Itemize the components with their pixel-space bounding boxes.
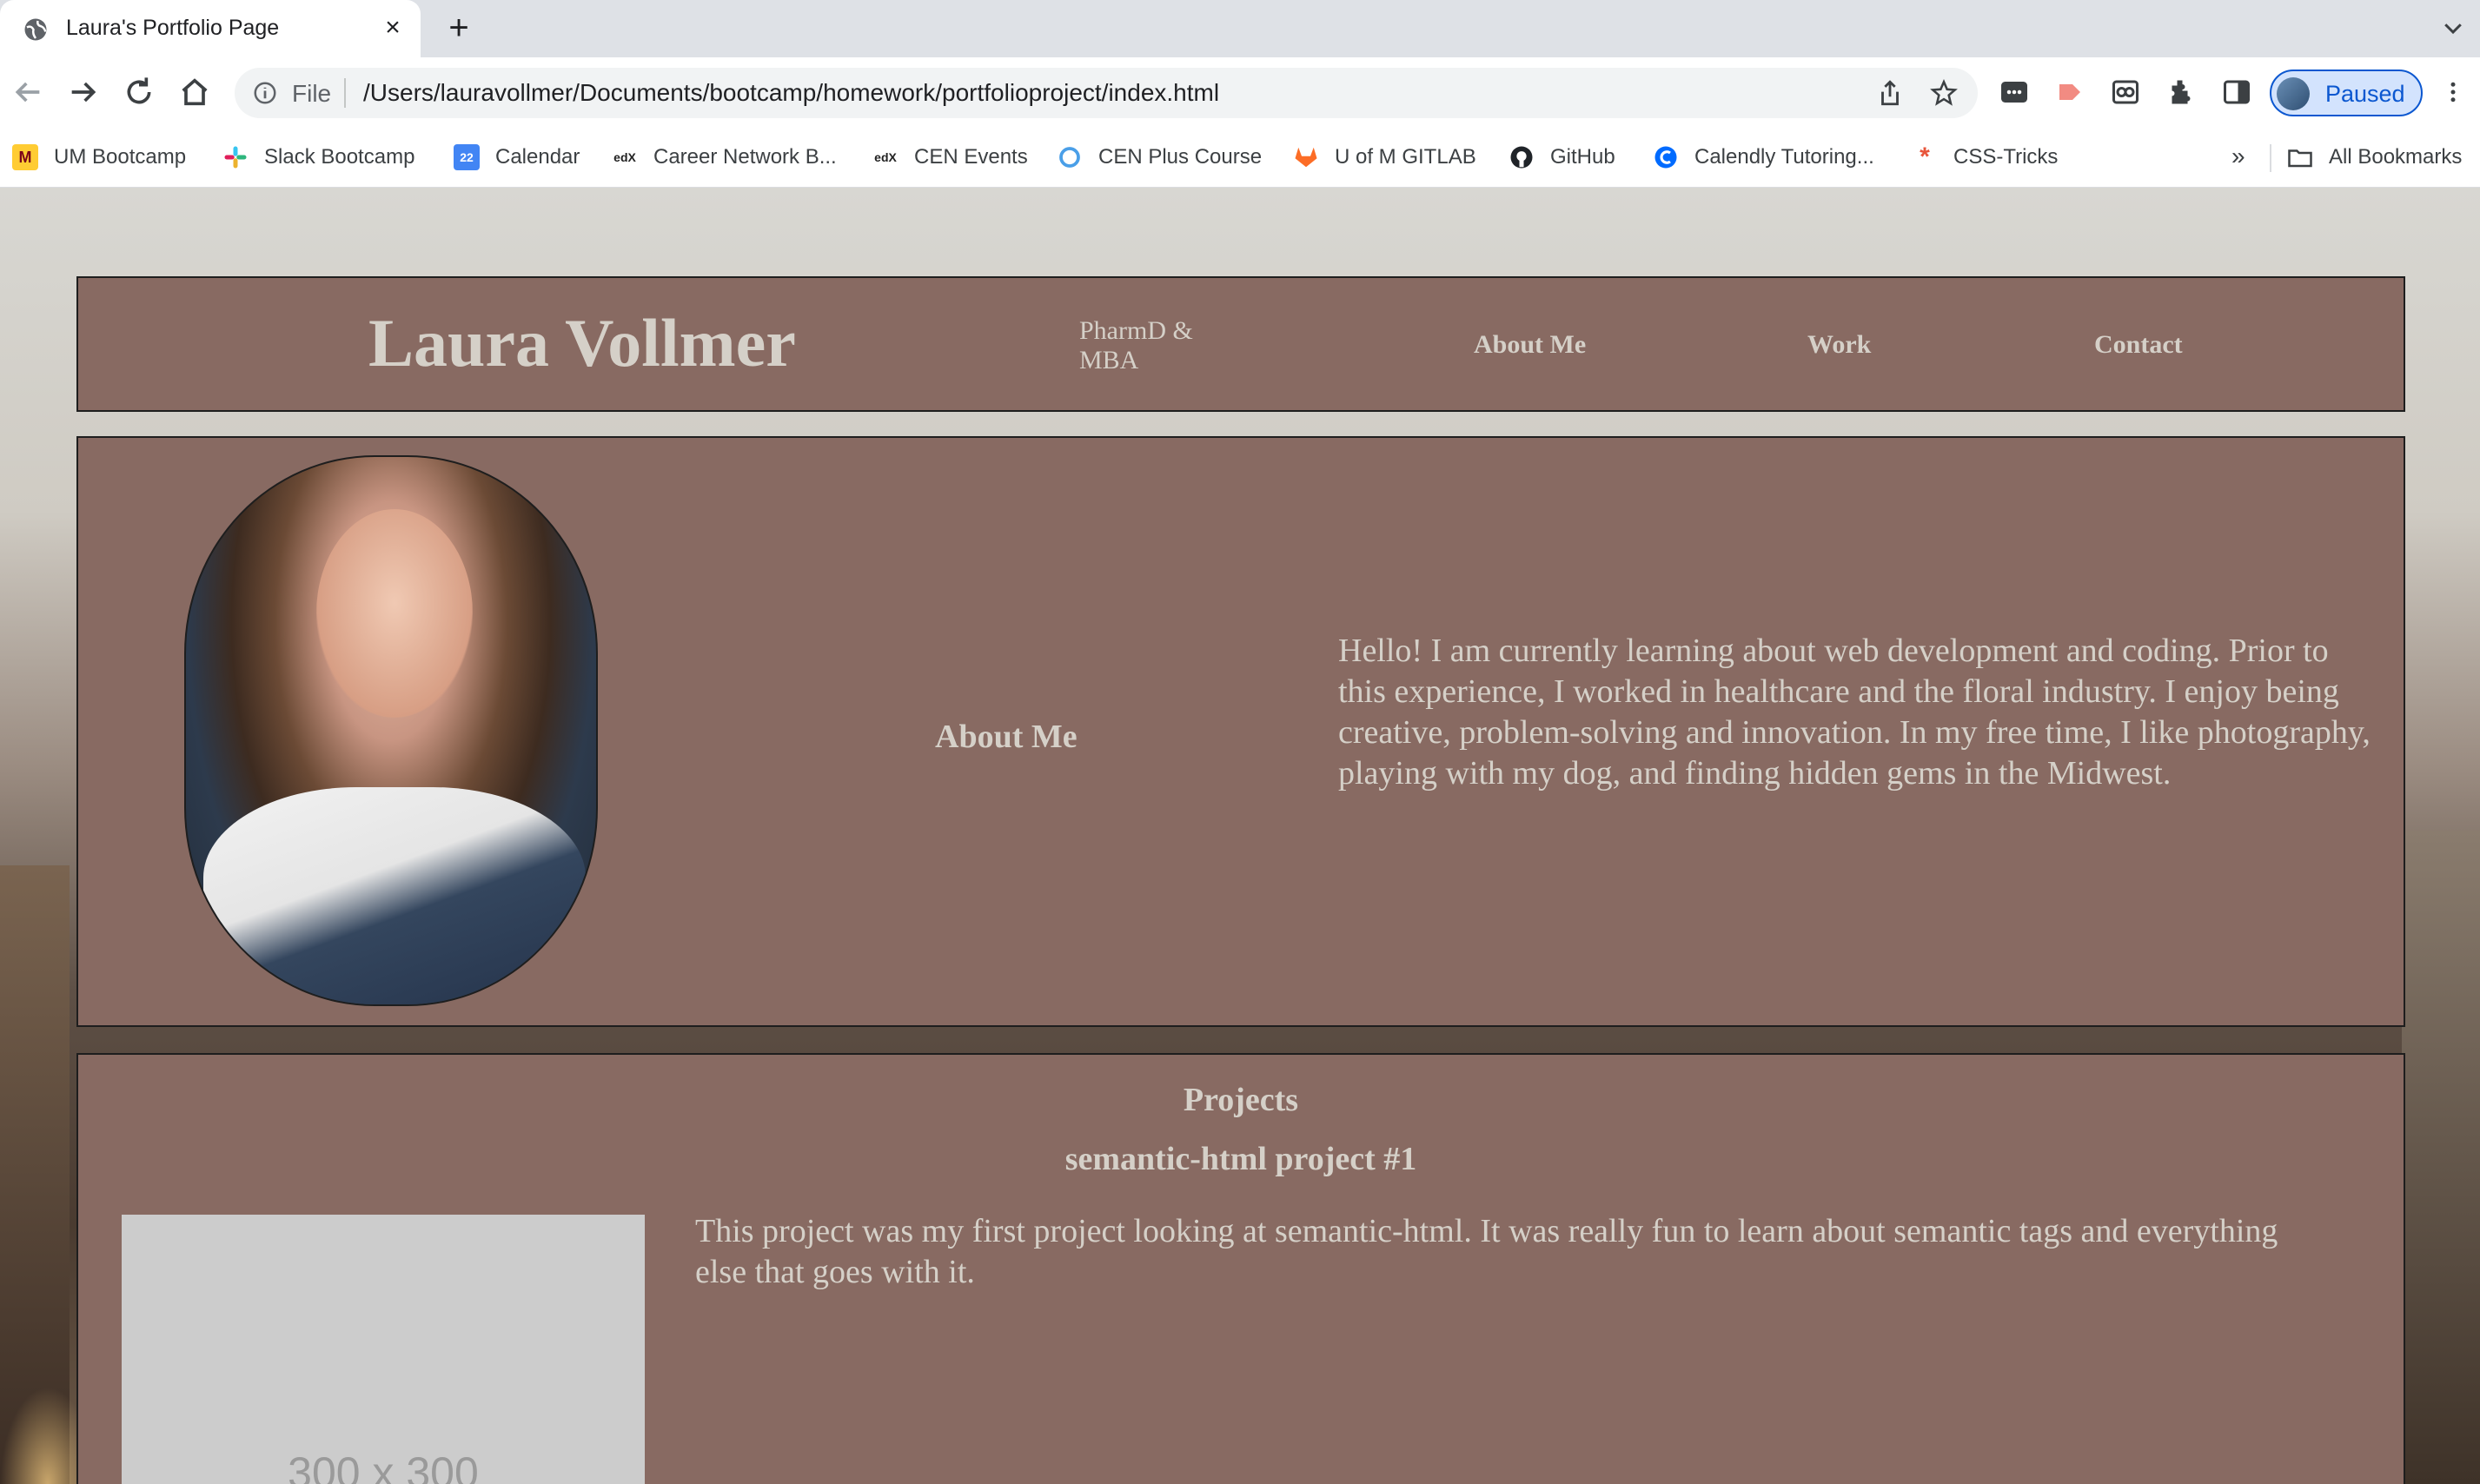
extensions-puzzle-icon[interactable]: [2165, 76, 2197, 108]
background-image: [2402, 831, 2480, 1484]
address-bar[interactable]: File /Users/lauravollmer/Documents/bootc…: [235, 68, 1978, 118]
bookmark-label: U of M GITLAB: [1335, 145, 1476, 169]
about-section: About Me Hello! I am currently learning …: [76, 436, 2405, 1027]
profile-photo-face: [316, 509, 473, 718]
bookmark-label: GitHub: [1550, 145, 1615, 169]
bookmark-um-bootcamp[interactable]: M UM Bootcamp: [12, 127, 186, 188]
bookmarks-overflow-button[interactable]: »: [2231, 142, 2245, 170]
tab-strip: Laura's Portfolio Page × +: [0, 0, 2480, 57]
bookmarks-divider: [2270, 144, 2271, 172]
bookmark-calendar[interactable]: 22 Calendar: [454, 127, 580, 188]
folder-icon: [2287, 144, 2313, 170]
edx-icon: edX: [613, 150, 636, 164]
share-icon[interactable]: [1875, 78, 1905, 108]
bookmark-cen-plus-course[interactable]: CEN Plus Course: [1057, 127, 1262, 188]
tab-title: Laura's Portfolio Page: [66, 16, 280, 40]
bookmark-career-network[interactable]: edX Career Network B...: [612, 127, 837, 188]
profile-button[interactable]: Paused: [2270, 70, 2423, 116]
profile-photo-shirt: [203, 787, 586, 1004]
home-icon[interactable]: [177, 75, 212, 109]
bookmark-label: Slack Bootcamp: [264, 145, 415, 169]
nav-link-work[interactable]: Work: [1807, 330, 1871, 360]
avatar: [2277, 77, 2310, 110]
project-description: This project was my first project lookin…: [695, 1213, 2278, 1290]
reload-icon[interactable]: [122, 75, 156, 109]
circle-icon: [1057, 144, 1083, 170]
browser-toolbar: File /Users/lauravollmer/Documents/bootc…: [0, 57, 2480, 127]
bookmark-label: UM Bootcamp: [54, 145, 187, 169]
bookmark-label: Calendly Tutoring...: [1694, 145, 1874, 169]
bookmark-star-icon[interactable]: [1929, 78, 1959, 108]
all-bookmarks-label: All Bookmarks: [2329, 145, 2463, 169]
umn-icon: M: [12, 144, 38, 170]
all-bookmarks-button[interactable]: All Bookmarks: [2287, 127, 2462, 188]
profile-photo: [184, 455, 598, 1006]
gitlab-icon: [1293, 144, 1319, 170]
edx-icon: edX: [874, 150, 897, 164]
slack-icon: [222, 144, 249, 170]
globe-icon: [24, 18, 47, 41]
bookmark-label: Career Network B...: [653, 145, 837, 169]
site-info-icon[interactable]: [252, 80, 278, 106]
new-tab-icon[interactable]: +: [441, 10, 476, 45]
bookmark-calendly[interactable]: Calendly Tutoring...: [1653, 127, 1874, 188]
screen-recorder-icon[interactable]: [2054, 76, 2085, 108]
profile-status: Paused: [2325, 81, 2405, 107]
bookmark-label: CEN Events: [914, 145, 1028, 169]
url-scheme-label: File: [292, 80, 332, 107]
omnibox-divider: [344, 78, 346, 108]
nav-link-contact[interactable]: Contact: [2094, 330, 2183, 360]
bookmark-label: CEN Plus Course: [1098, 145, 1263, 169]
password-manager-icon[interactable]: [1999, 76, 2030, 108]
kebab-menu-icon[interactable]: [2440, 76, 2466, 108]
projects-heading: Projects: [1183, 1082, 1299, 1118]
bookmark-label: CSS-Tricks: [1953, 145, 2059, 169]
close-tab-icon[interactable]: ×: [377, 12, 408, 43]
back-icon[interactable]: [10, 75, 45, 109]
bookmark-label: Calendar: [495, 145, 580, 169]
github-icon: [1509, 144, 1535, 170]
google-calendar-icon: 22: [454, 144, 480, 170]
bookmark-gitlab[interactable]: U of M GITLAB: [1293, 127, 1476, 188]
browser-tab[interactable]: Laura's Portfolio Page ×: [0, 0, 421, 57]
project-image-placeholder: 300 x 300: [122, 1215, 645, 1484]
bookmarks-bar: M UM Bootcamp Slack Bootcamp 22 Calendar…: [0, 127, 2480, 188]
project-title: semantic-html project #1: [1064, 1141, 1417, 1177]
bookmark-css-tricks[interactable]: * CSS-Tricks: [1912, 127, 2058, 188]
tab-search-icon[interactable]: [2440, 15, 2466, 41]
nav-link-about-me[interactable]: About Me: [1474, 330, 1586, 360]
placeholder-size-label: 300 x 300: [288, 1448, 479, 1484]
bookmark-github[interactable]: GitHub: [1509, 127, 1615, 188]
site-header: Laura Vollmer PharmD & MBA About Me Work…: [76, 276, 2405, 412]
forward-icon[interactable]: [66, 75, 101, 109]
reader-extension-icon[interactable]: [2110, 76, 2141, 108]
side-panel-icon[interactable]: [2221, 76, 2252, 108]
page-viewport: Laura Vollmer PharmD & MBA About Me Work…: [0, 188, 2480, 1484]
calendly-icon: [1653, 144, 1679, 170]
site-title: Laura Vollmer: [368, 305, 796, 381]
bookmark-cen-events[interactable]: edX CEN Events: [872, 127, 1028, 188]
about-heading: About Me: [935, 719, 1078, 755]
url-text[interactable]: /Users/lauravollmer/Documents/bootcamp/h…: [363, 79, 1219, 107]
about-text: Hello! I am currently learning about web…: [1338, 633, 2371, 792]
css-tricks-icon: *: [1920, 142, 1930, 171]
bookmark-slack-bootcamp[interactable]: Slack Bootcamp: [222, 127, 414, 188]
site-subtitle: PharmD & MBA: [1079, 316, 1193, 374]
projects-section: Projects semantic-html project #1 300 x …: [76, 1053, 2405, 1484]
